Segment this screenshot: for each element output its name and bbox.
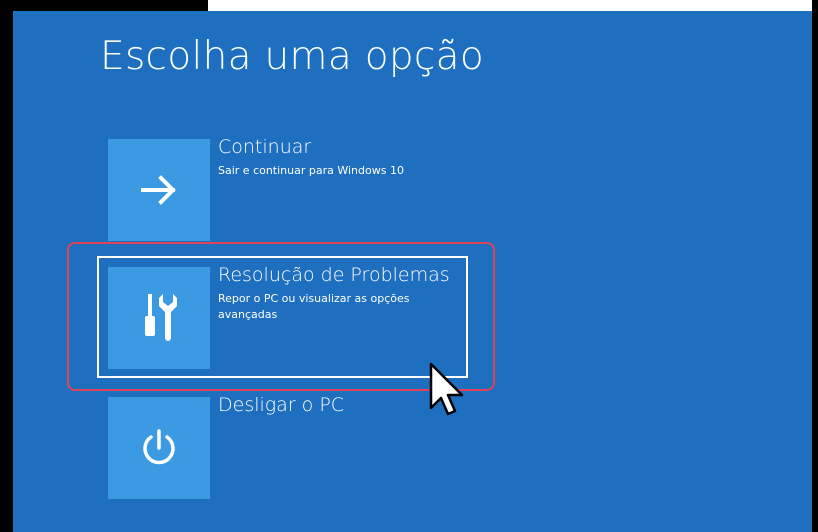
left-black-bar	[0, 0, 13, 532]
shutdown-tile[interactable]	[108, 397, 210, 499]
right-black-bar	[812, 0, 818, 532]
power-icon	[143, 429, 175, 465]
page-title: Escolha uma opção	[100, 34, 485, 79]
continue-title: Continuar	[218, 136, 312, 158]
mouse-cursor-icon	[429, 362, 464, 416]
continue-tile[interactable]	[108, 139, 210, 241]
continue-option[interactable]: Continuar Sair e continuar para Windows …	[108, 136, 528, 241]
top-white-bar	[208, 0, 812, 11]
top-black-bar	[0, 0, 208, 11]
recovery-screen: Escolha uma opção Continuar Sair e conti…	[0, 0, 818, 532]
continue-description: Sair e continuar para Windows 10	[218, 164, 404, 177]
continue-text: Continuar Sair e continuar para Windows …	[218, 135, 468, 179]
arrow-right-icon	[141, 175, 176, 205]
